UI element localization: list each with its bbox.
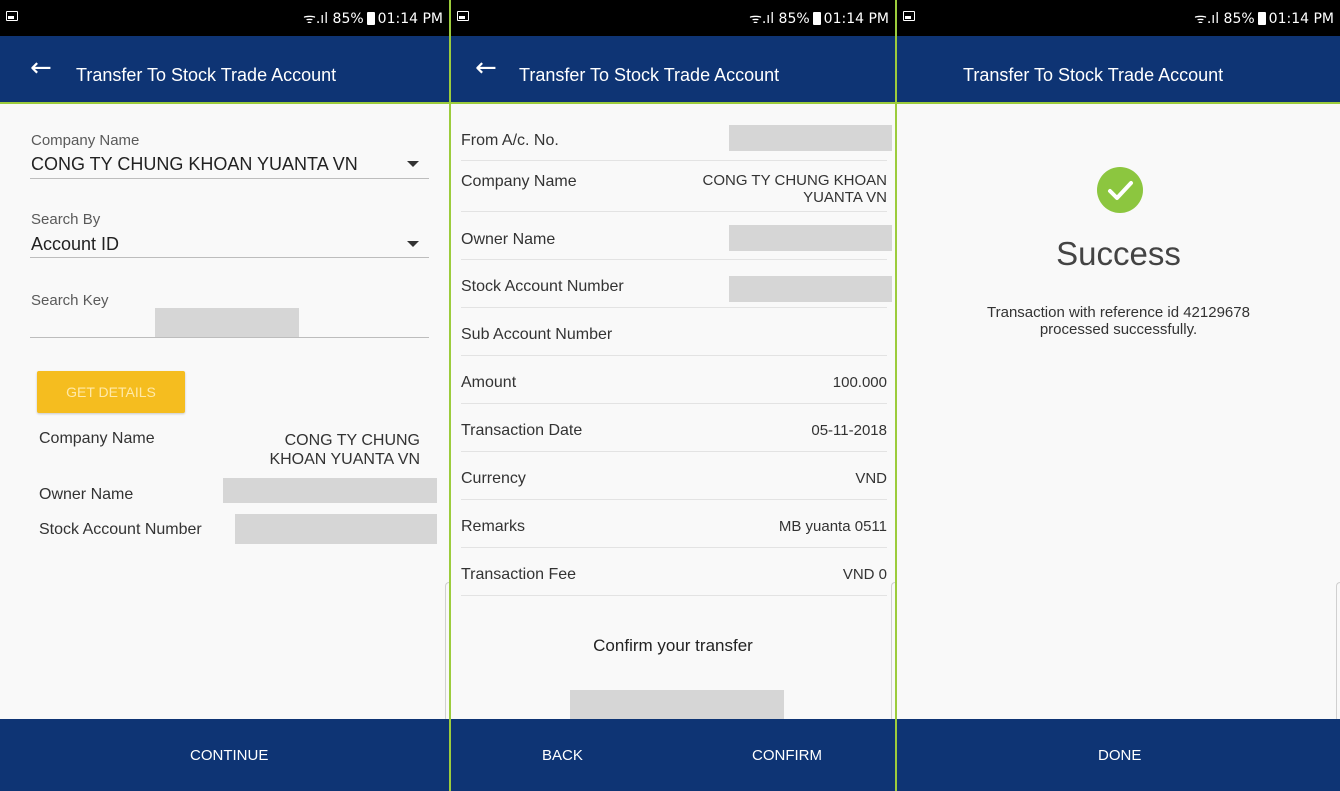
owner-name-redacted: [729, 225, 892, 251]
app-bar: ← Transfer To Stock Trade Account: [451, 36, 895, 104]
confirm-prompt: Confirm your transfer: [593, 636, 753, 655]
currency-value: VND: [855, 470, 887, 487]
from-account-label: From A/c. No.: [461, 132, 559, 149]
detail-owner-name-label: Owner Name: [39, 486, 134, 503]
company-name-underline: [30, 178, 429, 179]
page-title: Transfer To Stock Trade Account: [519, 65, 780, 85]
search-by-label: Search By: [31, 211, 101, 228]
from-account-redacted: [729, 125, 892, 151]
wifi-signal-icon: ᯤ.ıl: [303, 11, 333, 27]
status-bar: ᯤ.ıl 85% 01:14 PM: [0, 0, 449, 36]
detail-stock-account-label: Stock Account Number: [39, 521, 202, 538]
row-remarks: Remarks MB yuanta 0511: [461, 500, 887, 548]
battery-percent: 85%: [778, 11, 810, 27]
status-right: ᯤ.ıl 85% 01:14 PM: [1194, 9, 1334, 28]
form-content: Company Name CONG TY CHUNG KHOAN YUANTA …: [0, 104, 449, 719]
stock-account-redacted: [235, 514, 437, 544]
chevron-down-icon[interactable]: [407, 161, 419, 167]
amount-value: 100.000: [832, 374, 887, 391]
battery-icon: [366, 12, 375, 25]
company-name-value: CONG TY CHUNG KHOAN YUANTA VN: [702, 172, 887, 206]
status-right: ᯤ.ıl 85% 01:14 PM: [303, 9, 443, 28]
status-right: ᯤ.ıl 85% 01:14 PM: [749, 9, 889, 28]
wifi-signal-icon: ᯤ.ıl: [1194, 11, 1224, 27]
row-currency: Currency VND: [461, 452, 887, 500]
status-bar: ᯤ.ıl 85% 01:14 PM: [897, 0, 1340, 36]
transaction-date-label: Transaction Date: [461, 422, 583, 439]
row-from-account: From A/c. No.: [461, 104, 892, 161]
row-amount: Amount 100.000: [461, 356, 887, 404]
remarks-label: Remarks: [461, 518, 526, 535]
row-transaction-fee: Transaction Fee VND 0: [461, 548, 887, 596]
transaction-fee-label: Transaction Fee: [461, 566, 577, 583]
stock-account-redacted: [729, 276, 892, 302]
status-bar: ᯤ.ıl 85% 01:14 PM: [451, 0, 895, 36]
remarks-value: MB yuanta 0511: [778, 518, 887, 535]
search-key-input[interactable]: [155, 308, 299, 337]
bottom-bar: DONE: [897, 719, 1340, 791]
confirm-button[interactable]: CONFIRM: [752, 747, 822, 764]
wifi-signal-icon: ᯤ.ıl: [749, 11, 779, 27]
done-button[interactable]: DONE: [1098, 747, 1141, 764]
status-time: 01:14 PM: [377, 11, 443, 27]
battery-icon: [812, 12, 821, 25]
gallery-notification-icon: [6, 11, 18, 21]
confirm-details: From A/c. No. Company Name CONG TY CHUNG…: [451, 104, 895, 719]
row-transaction-date: Transaction Date 05-11-2018: [461, 404, 887, 452]
detail-company-name-label: Company Name: [39, 430, 155, 447]
row-company-name: Company Name CONG TY CHUNG KHOAN YUANTA …: [461, 161, 887, 212]
status-time: 01:14 PM: [823, 11, 889, 27]
app-bar: ← Transfer To Stock Trade Account: [0, 36, 449, 104]
status-time: 01:14 PM: [1268, 11, 1334, 27]
get-details-button[interactable]: GET DETAILS: [37, 371, 185, 413]
row-stock-account: Stock Account Number: [461, 260, 892, 308]
page-title: Transfer To Stock Trade Account: [963, 65, 1224, 85]
search-key-label: Search Key: [31, 292, 109, 309]
transaction-fee-value: VND 0: [842, 566, 887, 583]
owner-name-redacted: [223, 478, 437, 503]
screen-success: ᯤ.ıl 85% 01:14 PM Transfer To Stock Trade…: [895, 0, 1340, 791]
app-bar: Transfer To Stock Trade Account: [897, 36, 1340, 104]
bottom-bar: CONTINUE: [0, 719, 449, 791]
continue-button[interactable]: CONTINUE: [190, 747, 268, 764]
company-name-select[interactable]: CONG TY CHUNG KHOAN YUANTA VN: [31, 154, 358, 175]
transaction-password-input[interactable]: [570, 690, 784, 719]
search-by-underline: [30, 257, 429, 258]
success-message: Transaction with reference id 42129678 p…: [987, 304, 1250, 338]
back-arrow-icon[interactable]: ←: [30, 54, 52, 82]
company-name-label: Company Name: [31, 132, 140, 149]
company-name-label: Company Name: [461, 173, 577, 190]
screen-transfer-form: ᯤ.ıl 85% 01:14 PM ← Transfer To Stock Tra…: [0, 0, 449, 791]
chevron-down-icon[interactable]: [407, 241, 419, 247]
scroll-indicator[interactable]: [1336, 582, 1340, 722]
gallery-notification-icon: [903, 11, 915, 21]
search-key-underline: [30, 337, 429, 338]
back-arrow-icon[interactable]: ←: [475, 54, 497, 82]
sub-account-label: Sub Account Number: [461, 326, 613, 343]
battery-icon: [1257, 12, 1266, 25]
currency-label: Currency: [461, 470, 526, 487]
success-title: Success: [1056, 235, 1181, 272]
screen-confirm-transfer: ᯤ.ıl 85% 01:14 PM ← Transfer To Stock Tra…: [449, 0, 895, 791]
battery-percent: 85%: [1223, 11, 1255, 27]
transaction-date-value: 05-11-2018: [811, 422, 887, 439]
battery-percent: 85%: [332, 11, 364, 27]
bottom-bar: BACK CONFIRM: [451, 719, 895, 791]
gallery-notification-icon: [457, 11, 469, 21]
owner-name-label: Owner Name: [461, 231, 556, 248]
success-content: Success Transaction with reference id 42…: [897, 104, 1340, 719]
back-button[interactable]: BACK: [542, 747, 583, 764]
row-owner-name: Owner Name: [461, 212, 892, 260]
check-circle-icon: [1097, 167, 1143, 213]
stock-account-label: Stock Account Number: [461, 278, 624, 295]
amount-label: Amount: [461, 374, 517, 391]
page-title: Transfer To Stock Trade Account: [76, 65, 337, 85]
row-sub-account: Sub Account Number: [461, 308, 887, 356]
detail-company-name-value: CONG TY CHUNG KHOAN YUANTA VN: [269, 432, 420, 468]
search-by-select[interactable]: Account ID: [31, 234, 119, 255]
